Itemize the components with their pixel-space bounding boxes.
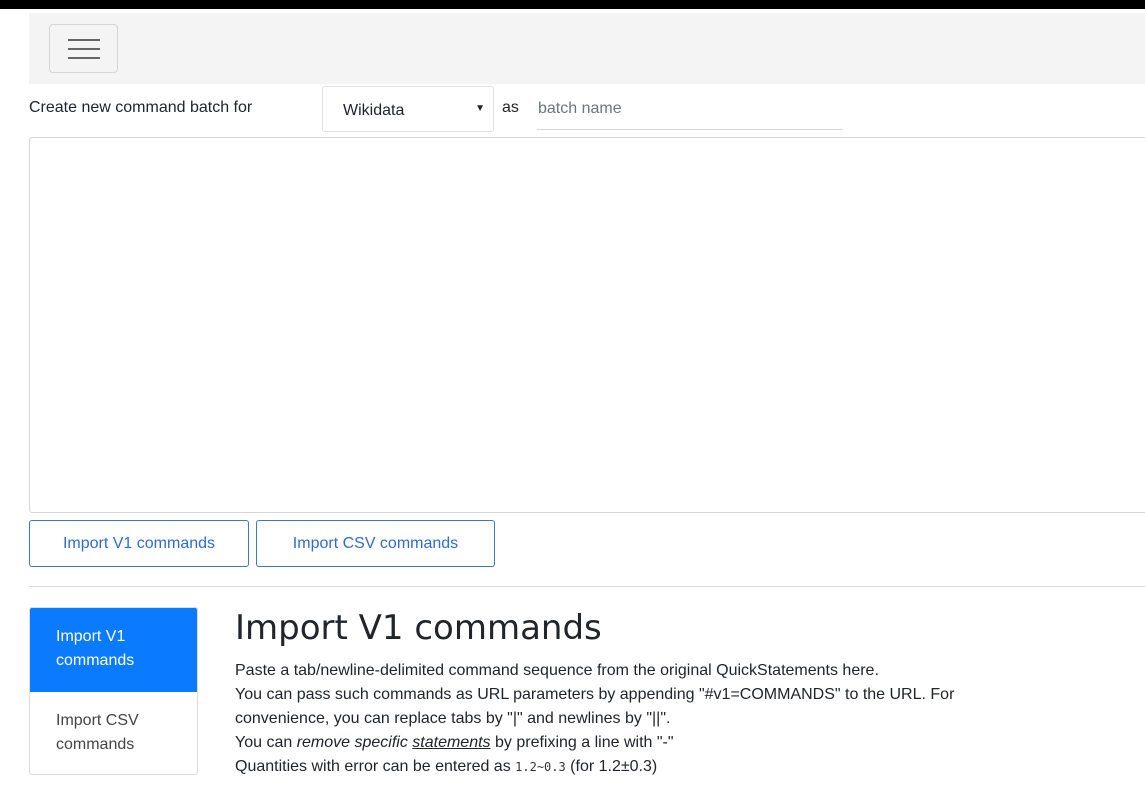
help-emphasis: remove specific	[296, 734, 413, 751]
navbar	[29, 13, 1145, 84]
help-text-segment: Quantities with error can be entered as	[235, 758, 516, 775]
tab-import-v1[interactable]: Import V1 commands	[30, 608, 197, 692]
batch-name-input[interactable]	[537, 88, 843, 130]
hamburger-bar	[68, 57, 100, 59]
as-label: as	[502, 99, 519, 116]
help-text-segment: (for 1.2±0.3)	[565, 758, 658, 775]
help-line: You can remove specific statements by pr…	[235, 731, 1135, 755]
panel-title: Import V1 commands	[235, 608, 602, 648]
create-batch-label: Create new command batch for	[29, 99, 253, 116]
tab-label-line: Import CSV	[56, 712, 139, 729]
statements-link[interactable]: statements	[412, 734, 490, 751]
import-mode-tabs: Import V1 commands Import CSV commands	[29, 607, 198, 775]
hamburger-bar	[68, 48, 100, 50]
commands-textarea[interactable]	[29, 137, 1145, 513]
help-line: Quantities with error can be entered as …	[235, 755, 1135, 779]
hamburger-bar	[68, 39, 100, 41]
help-line: You can pass such commands as URL parame…	[235, 683, 1135, 731]
divider	[29, 586, 1145, 587]
top-border	[0, 0, 1145, 9]
tab-label-line: commands	[56, 652, 135, 669]
chevron-down-icon: ▼	[475, 103, 485, 114]
help-text-segment: convenience, you can replace tabs by "|"…	[235, 710, 671, 727]
tab-label-line: commands	[56, 736, 135, 753]
help-text-segment: You can pass such commands as URL parame…	[235, 686, 955, 703]
code-example: 1.2~0.3	[515, 760, 566, 774]
import-csv-button[interactable]: Import CSV commands	[256, 520, 495, 567]
project-select[interactable]: Wikidata ▼	[322, 86, 494, 132]
help-text-segment: You can	[235, 734, 297, 751]
help-text-segment: by prefixing a line with "-"	[490, 734, 674, 751]
help-text: Paste a tab/newline-delimited command se…	[235, 659, 1135, 779]
tab-import-csv[interactable]: Import CSV commands	[30, 692, 197, 774]
import-v1-button[interactable]: Import V1 commands	[29, 520, 249, 567]
help-line: Paste a tab/newline-delimited command se…	[235, 662, 879, 679]
hamburger-menu-icon[interactable]	[49, 24, 118, 73]
tab-label-line: Import V1	[56, 628, 126, 645]
project-select-value: Wikidata	[343, 102, 405, 119]
